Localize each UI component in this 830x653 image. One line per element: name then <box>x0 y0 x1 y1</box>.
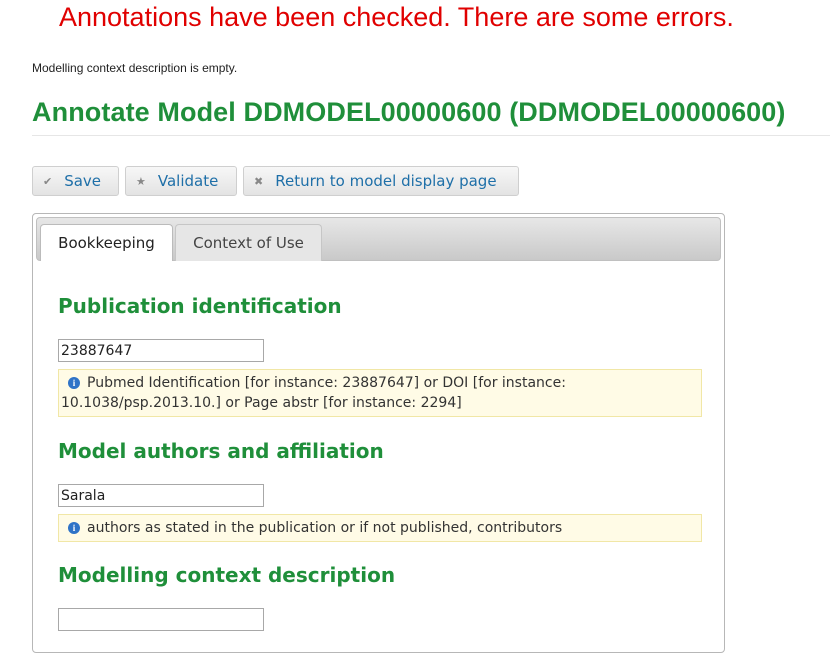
checkmark-icon: ✔ <box>43 174 53 188</box>
validation-message: Modelling context description is empty. <box>32 61 238 75</box>
tab-bookkeeping-label: Bookkeeping <box>58 234 155 252</box>
info-icon: i <box>68 522 80 534</box>
publication-heading: Publication identification <box>58 294 342 318</box>
authors-heading: Model authors and affiliation <box>58 439 384 463</box>
save-button[interactable]: ✔ Save <box>32 166 119 196</box>
authors-hint: i authors as stated in the publication or… <box>58 514 702 542</box>
authors-input[interactable] <box>58 484 264 507</box>
title-divider <box>32 135 830 136</box>
cross-icon: ✖ <box>254 174 264 188</box>
return-button[interactable]: ✖ Return to model display page <box>243 166 519 196</box>
page-title: Annotate Model DDMODEL00000600 (DDMODEL0… <box>32 97 786 127</box>
save-label: Save <box>64 172 102 190</box>
tab-bookkeeping[interactable]: Bookkeeping <box>40 224 173 261</box>
validate-label: Validate <box>157 172 219 190</box>
validation-alert: Annotations have been checked. There are… <box>59 2 734 32</box>
validate-button[interactable]: ★ Validate <box>125 166 237 196</box>
publication-hint-line1: Pubmed Identification [for instance: 238… <box>87 375 566 391</box>
tab-context-of-use[interactable]: Context of Use <box>175 224 322 261</box>
star-icon: ★ <box>136 174 146 188</box>
context-heading: Modelling context description <box>58 563 396 587</box>
authors-hint-text: authors as stated in the publication or … <box>87 520 563 536</box>
return-label: Return to model display page <box>275 172 497 190</box>
tab-bar: Bookkeeping Context of Use <box>36 217 721 261</box>
info-icon: i <box>68 377 80 389</box>
annotation-panel: Bookkeeping Context of Use <box>32 213 725 653</box>
publication-hint-line2: 10.1038/psp.2013.10.] or Page abstr [for… <box>61 395 462 411</box>
context-description-input[interactable] <box>58 608 264 631</box>
publication-hint: i Pubmed Identification [for instance: 23… <box>58 369 702 417</box>
publication-id-input[interactable] <box>58 339 264 362</box>
tab-context-of-use-label: Context of Use <box>193 234 304 252</box>
